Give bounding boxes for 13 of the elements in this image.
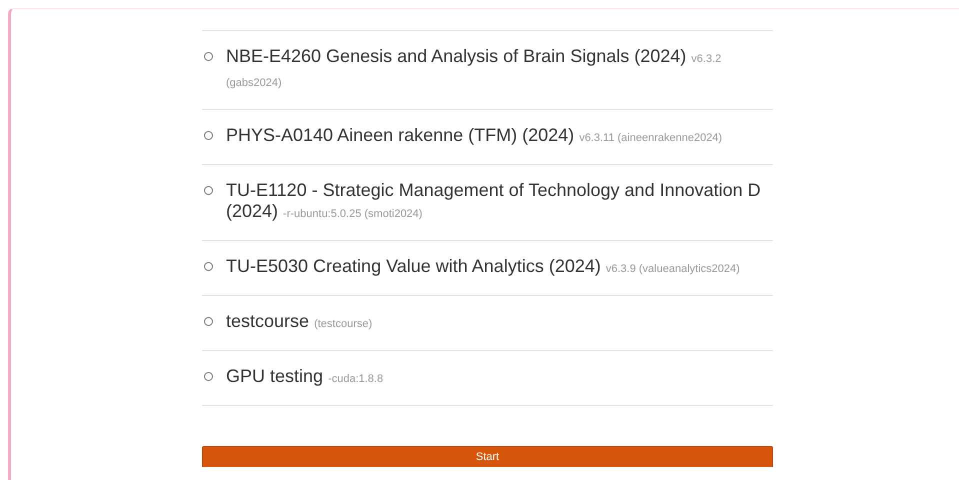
start-button[interactable]: Start	[202, 446, 773, 467]
course-label: TU-E5030 Creating Value with Analytics (2024) v6.3.9 (valueanalytics2024)	[226, 256, 740, 278]
radio-button[interactable]	[204, 131, 213, 140]
course-label: PHYS-A0140 Aineen rakenne (TFM) (2024) v6.3.11 (aineenrakenne2024)	[226, 125, 722, 147]
radio-button[interactable]	[204, 372, 213, 381]
course-label: NBE-E4260 Genesis and Analysis of Brain Signals (2024) v6.3.2 (gabs2024)	[226, 46, 722, 91]
course-label: GPU testing -cuda:1.8.8	[226, 366, 384, 388]
course-label: TU-E1120 - Strategic Management of Technology and Innovation D (2024) -r-ubuntu:5.0.25 (smoti2024)	[226, 180, 762, 223]
course-label: testcourse (testcourse)	[226, 311, 372, 333]
radio-button[interactable]	[204, 262, 213, 271]
radio-button[interactable]	[204, 186, 213, 195]
radio-button[interactable]	[204, 52, 213, 61]
radio-button[interactable]	[204, 317, 213, 326]
